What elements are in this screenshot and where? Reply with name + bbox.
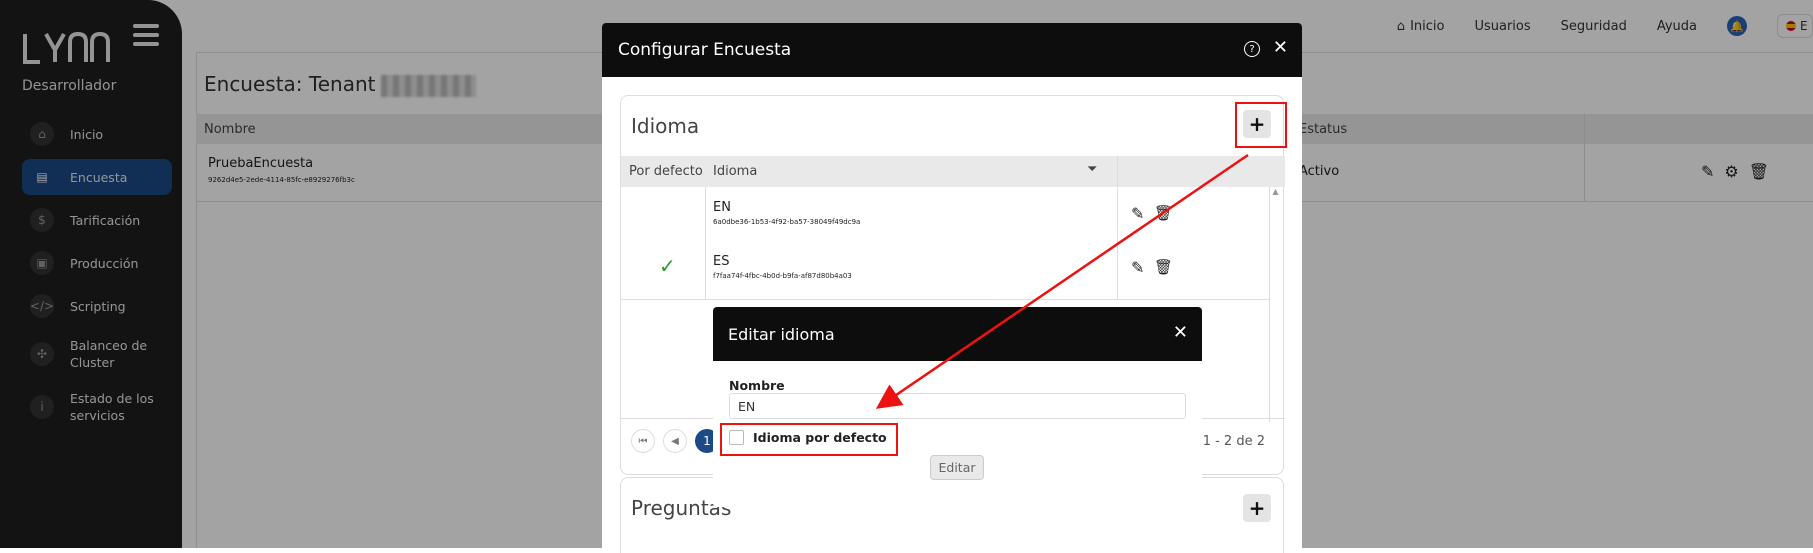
annotation-arrow bbox=[875, 153, 1249, 409]
